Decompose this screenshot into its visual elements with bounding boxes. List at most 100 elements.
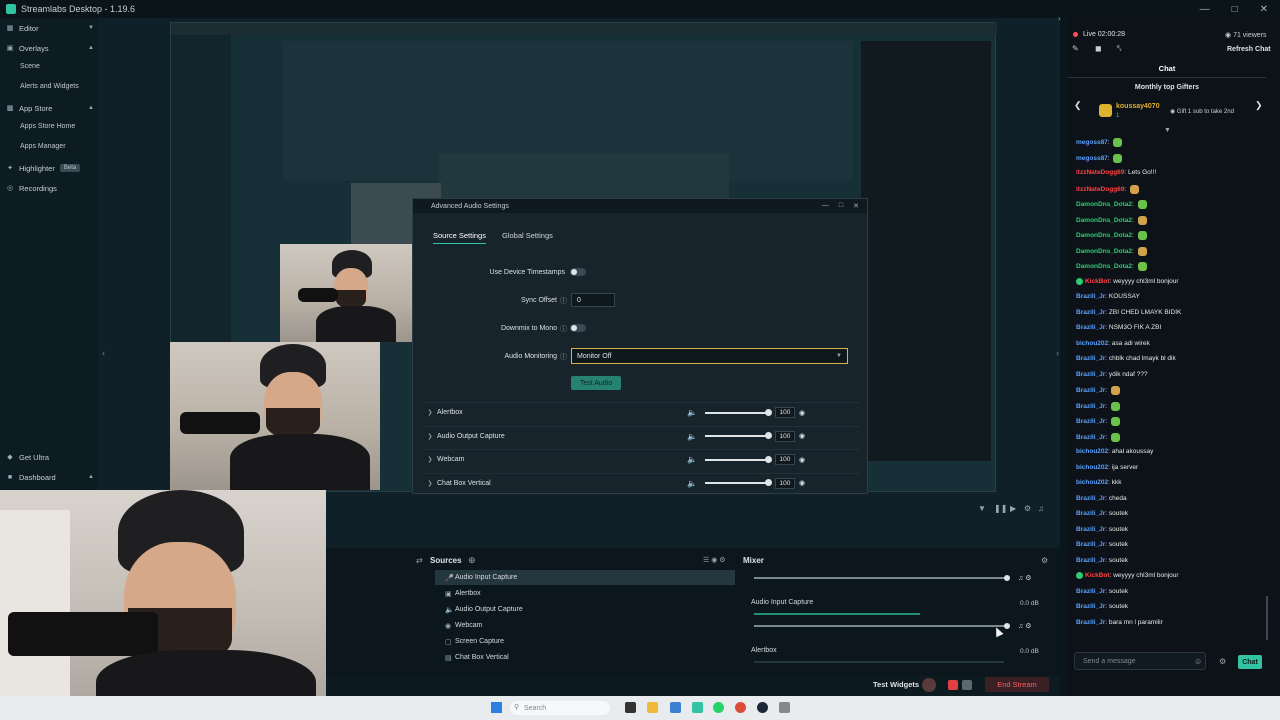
chat-username[interactable]: bichou202: [1076, 340, 1108, 347]
test-widgets-button[interactable]: Test Widgets: [873, 680, 919, 689]
record-icon[interactable]: [922, 678, 936, 692]
mixer-controls-icon[interactable]: ♫ ⚙: [1018, 622, 1031, 630]
chat-username[interactable]: KickBot: [1085, 278, 1110, 285]
chat-username[interactable]: Brazili_Jr: [1076, 526, 1105, 533]
close-icon[interactable]: ✕: [1260, 4, 1268, 15]
chat-username[interactable]: bichou202: [1076, 479, 1108, 486]
dialog-source-row[interactable]: ❯ Audio Output Capture 🔈 100 ◉: [423, 425, 859, 446]
chat-username[interactable]: Brazili_Jr: [1076, 495, 1105, 502]
chat-username[interactable]: Brazili_Jr: [1076, 371, 1105, 378]
source-item[interactable]: ▤ Chat Box Vertical: [435, 650, 735, 665]
play-icon[interactable]: ▶: [1010, 504, 1016, 513]
chat-username[interactable]: Brazili_Jr: [1076, 434, 1105, 441]
dialog-volume-knob[interactable]: [765, 408, 772, 416]
volume-icon[interactable]: ♫: [1038, 504, 1044, 513]
end-stream-button[interactable]: End Stream: [985, 677, 1049, 692]
chat-username[interactable]: DamonDns_Dota2: [1076, 201, 1132, 208]
mixer-top-slider[interactable]: [754, 577, 1008, 579]
streamlabs-taskbar-icon[interactable]: [692, 702, 703, 713]
dialog-volume-slider[interactable]: [705, 455, 772, 463]
sync-offset-input[interactable]: 0: [571, 293, 615, 307]
scroll-down-icon[interactable]: ▼: [1164, 127, 1171, 134]
chat-username[interactable]: megoss87: [1076, 155, 1108, 162]
nav-apps-manager[interactable]: Apps Manager: [20, 143, 66, 150]
chat-message-input[interactable]: Send a message: [1074, 652, 1206, 670]
nav-scene[interactable]: Scene: [20, 63, 40, 70]
nav-app-store[interactable]: ▩ App Store ▲: [6, 100, 94, 116]
mixer-settings-icon[interactable]: ⚙: [1041, 556, 1048, 565]
dialog-minimize-icon[interactable]: —: [822, 202, 829, 210]
chat-username[interactable]: Brazili_Jr: [1076, 387, 1105, 394]
nav-highlighter[interactable]: ✦ Highlighter Beta: [6, 160, 94, 176]
add-source-icon[interactable]: ⊕: [468, 555, 476, 566]
tab-source-settings[interactable]: Source Settings: [433, 231, 486, 244]
chat-send-button[interactable]: Chat: [1238, 655, 1262, 669]
dialog-source-row[interactable]: ❯ Chat Box Vertical 🔈 100 ◉: [423, 472, 859, 493]
chat-username[interactable]: DamonDns_Dota2: [1076, 217, 1132, 224]
expand-chevron-icon[interactable]: ❯: [423, 456, 437, 463]
source-item[interactable]: ▢ Screen Capture: [435, 634, 735, 649]
windows-start-icon[interactable]: [491, 702, 502, 713]
source-actions-icon[interactable]: ☰ ◉ ⚙: [703, 556, 726, 564]
chrome-icon[interactable]: [735, 702, 746, 713]
collapse-right-icon[interactable]: ›: [1056, 348, 1059, 358]
chat-scrollbar[interactable]: [1266, 596, 1268, 640]
test-audio-button[interactable]: Test Audio: [571, 376, 621, 390]
expand-chevron-icon[interactable]: ❯: [423, 433, 437, 440]
mixer-audio-input-knob[interactable]: [1004, 623, 1010, 629]
use-device-timestamps-toggle[interactable]: [570, 268, 586, 276]
share-icon[interactable]: ⤣: [1117, 44, 1122, 54]
dialog-volume-value[interactable]: 100: [775, 407, 795, 418]
dialog-source-row[interactable]: ❯ Webcam 🔈 100 ◉: [423, 449, 859, 469]
steam-icon[interactable]: [757, 702, 768, 713]
emoji-icon[interactable]: ☺: [1194, 657, 1202, 666]
maximize-icon[interactable]: □: [1232, 4, 1238, 15]
refresh-chat-button[interactable]: Refresh Chat: [1227, 46, 1271, 53]
chat-tab[interactable]: Chat: [1068, 64, 1266, 73]
dialog-volume-knob[interactable]: [765, 455, 772, 463]
file-explorer-icon[interactable]: [647, 702, 658, 713]
nav-overlays[interactable]: ▣ Overlays ▲: [6, 40, 94, 56]
chat-username[interactable]: Brazili_Jr: [1076, 619, 1105, 626]
dialog-volume-slider[interactable]: [705, 408, 772, 416]
speaker-icon[interactable]: 🔈: [687, 479, 699, 488]
nav-alerts-widgets[interactable]: Alerts and Widgets: [20, 83, 79, 90]
chat-username[interactable]: bichou202: [1076, 464, 1108, 471]
replay-icon[interactable]: [962, 680, 972, 690]
tab-global-settings[interactable]: Global Settings: [502, 231, 553, 240]
help-icon[interactable]: ⓘ: [560, 352, 567, 362]
chat-settings-icon[interactable]: ⚙: [1219, 657, 1226, 666]
dialog-source-row[interactable]: ❯ Alertbox 🔈 100 ◉: [423, 402, 859, 422]
settings-taskbar-icon[interactable]: [779, 702, 790, 713]
mixer-audio-input-slider[interactable]: [754, 625, 1008, 627]
chat-username[interactable]: DamonDns_Dota2: [1076, 263, 1132, 270]
dialog-volume-value[interactable]: 100: [775, 454, 795, 465]
chat-username[interactable]: megoss87: [1076, 139, 1108, 146]
nav-editor[interactable]: ▦ Editor ▼: [6, 20, 94, 36]
chat-username[interactable]: Brazili_Jr: [1076, 588, 1105, 595]
speaker-icon[interactable]: 🔈: [687, 408, 699, 417]
pause-icon[interactable]: ❚❚: [994, 504, 1007, 513]
dialog-volume-slider[interactable]: [705, 432, 772, 439]
chat-username[interactable]: itzzNateDogg69: [1076, 186, 1124, 193]
nav-dashboard[interactable]: ■ Dashboard ▲: [6, 469, 94, 485]
mixer-top-knob[interactable]: [1004, 575, 1010, 581]
speaker-icon[interactable]: 🔈: [687, 455, 699, 464]
chat-username[interactable]: Brazili_Jr: [1076, 293, 1105, 300]
chat-username[interactable]: KickBot: [1085, 572, 1110, 579]
next-gifter-icon[interactable]: ❯: [1255, 100, 1263, 111]
dialog-volume-knob[interactable]: [765, 479, 772, 486]
help-icon[interactable]: ⓘ: [560, 296, 567, 306]
visibility-icon[interactable]: ◉: [795, 456, 809, 464]
chat-username[interactable]: DamonDns_Dota2: [1076, 248, 1132, 255]
chat-username[interactable]: Brazili_Jr: [1076, 355, 1105, 362]
source-item[interactable]: 🔈 Audio Output Capture: [435, 602, 735, 617]
sources-drag-icon[interactable]: ⇄: [416, 556, 423, 565]
chat-username[interactable]: Brazili_Jr: [1076, 418, 1105, 425]
stop-icon[interactable]: [948, 680, 958, 690]
chat-username[interactable]: Brazili_Jr: [1076, 510, 1105, 517]
dialog-volume-value[interactable]: 100: [775, 477, 795, 489]
whatsapp-icon[interactable]: [713, 702, 724, 713]
popout-icon[interactable]: ◼: [1095, 44, 1102, 53]
chat-username[interactable]: Brazili_Jr: [1076, 324, 1105, 331]
